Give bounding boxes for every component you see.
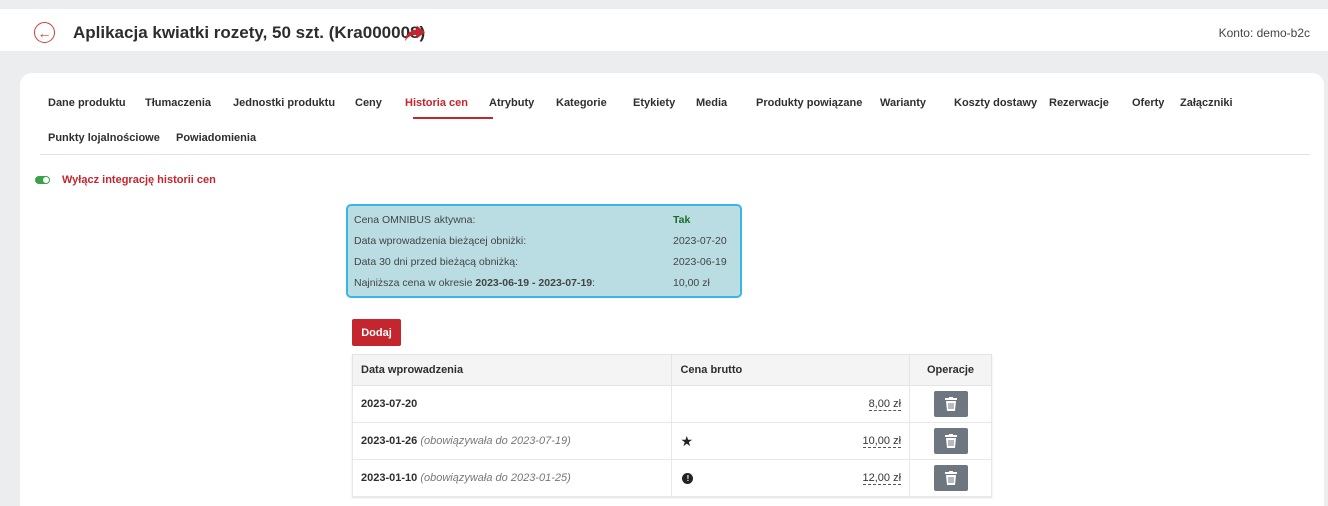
omnibus-row: Cena OMNIBUS aktywna: Tak: [354, 211, 740, 232]
table-row: 2023-07-20 8,00 zł: [351, 385, 992, 423]
tab-tlumaczenia[interactable]: Tłumaczenia: [145, 97, 211, 109]
trash-icon: [944, 397, 957, 411]
price-cell: ! 12,00 zł: [671, 459, 911, 497]
tab-oferty[interactable]: Oferty: [1132, 97, 1164, 109]
row-price[interactable]: 8,00 zł: [868, 398, 902, 411]
omnibus-label: Cena OMNIBUS aktywna:: [354, 214, 476, 226]
table-header-row: Data wprowadzenia Cena brutto Operacje: [351, 354, 992, 386]
operations-cell: [909, 422, 992, 460]
exclamation-icon: !: [682, 473, 694, 484]
omnibus-row: Data 30 dni przed bieżącą obniżką: 2023-…: [354, 253, 740, 274]
tab-bar: Dane produktu Tłumaczenia Jednostki prod…: [40, 91, 1310, 155]
trash-icon: [944, 471, 957, 485]
delete-button[interactable]: [933, 465, 968, 491]
price-history-table: Data wprowadzenia Cena brutto Operacje 2…: [351, 354, 992, 497]
tab-koszty-dostawy[interactable]: Koszty dostawy: [954, 97, 1037, 109]
price-cell: 8,00 zł: [671, 385, 911, 423]
tab-warianty[interactable]: Warianty: [880, 97, 926, 109]
tab-kategorie[interactable]: Kategorie: [556, 97, 607, 109]
tab-zalaczniki[interactable]: Załączniki: [1180, 97, 1233, 109]
row-valid-until: (obowiązywała do 2023-07-19): [420, 435, 571, 447]
omnibus-row: Data wprowadzenia bieżącej obniżki: 2023…: [354, 232, 740, 253]
omnibus-value: 10,00 zł: [673, 277, 710, 289]
tab-media[interactable]: Media: [696, 97, 727, 109]
column-header-price[interactable]: Cena brutto: [671, 354, 911, 386]
price-cell: ★ 10,00 zł: [671, 422, 911, 460]
share-arrow-icon[interactable]: [404, 22, 426, 44]
account-label: Konto: demo-b2c: [1218, 26, 1310, 40]
row-date: 2023-01-26: [361, 435, 418, 447]
active-tab-indicator: [413, 117, 493, 119]
omnibus-label: Najniższa cena w okresie 2023-06-19 - 20…: [354, 277, 595, 289]
omnibus-label: Data wprowadzenia bieżącej obniżki:: [354, 235, 527, 247]
omnibus-period: 2023-06-19 - 2023-07-19: [475, 277, 593, 289]
omnibus-value: Tak: [673, 214, 691, 226]
row-price[interactable]: 12,00 zł: [862, 472, 902, 485]
toggle-switch-icon[interactable]: [35, 176, 50, 184]
column-header-operations: Operacje: [909, 354, 992, 386]
tab-ceny[interactable]: Ceny: [355, 97, 382, 109]
table-row: 2023-01-26 (obowiązywała do 2023-07-19) …: [351, 422, 992, 460]
page-header: ← Aplikacja kwiatki rozety, 50 szt. (Kra…: [0, 9, 1328, 51]
tab-punkty-lojalnosciowe[interactable]: Punkty lojalnościowe: [48, 132, 160, 144]
delete-button[interactable]: [933, 391, 968, 417]
trash-icon: [944, 434, 957, 448]
tab-dane-produktu[interactable]: Dane produktu: [48, 97, 126, 109]
product-card: Dane produktu Tłumaczenia Jednostki prod…: [20, 73, 1324, 506]
row-date: 2023-01-10: [361, 472, 418, 484]
tab-rezerwacje[interactable]: Rezerwacje: [1049, 97, 1109, 109]
tab-atrybuty[interactable]: Atrybuty: [489, 97, 534, 109]
omnibus-label-suffix: :: [592, 277, 596, 289]
date-cell: 2023-01-10 (obowiązywała do 2023-01-25): [351, 459, 673, 497]
omnibus-value: 2023-07-20: [673, 235, 727, 247]
table-row: 2023-01-10 (obowiązywała do 2023-01-25) …: [351, 459, 992, 497]
tab-historia-cen[interactable]: Historia cen: [405, 97, 468, 109]
page-title: Aplikacja kwiatki rozety, 50 szt. (Kra00…: [73, 23, 426, 42]
date-cell: 2023-01-26 (obowiązywała do 2023-07-19): [351, 422, 673, 460]
operations-cell: [909, 385, 992, 423]
omnibus-row: Najniższa cena w okresie 2023-06-19 - 20…: [354, 274, 740, 295]
omnibus-label-prefix: Najniższa cena w okresie: [354, 277, 476, 289]
operations-cell: [909, 459, 992, 497]
column-header-date[interactable]: Data wprowadzenia: [351, 354, 673, 386]
back-arrow-icon[interactable]: ←: [34, 22, 55, 43]
add-button[interactable]: Dodaj: [352, 319, 401, 346]
delete-button[interactable]: [933, 428, 968, 454]
row-price[interactable]: 10,00 zł: [862, 435, 902, 448]
toggle-label: Wyłącz integrację historii cen: [62, 174, 216, 186]
tab-jednostki-produktu[interactable]: Jednostki produktu: [233, 97, 335, 109]
date-cell: 2023-07-20: [351, 385, 673, 423]
row-valid-until: (obowiązywała do 2023-01-25): [420, 472, 571, 484]
omnibus-info-box: Cena OMNIBUS aktywna: Tak Data wprowadze…: [346, 204, 742, 298]
tab-produkty-powiazane[interactable]: Produkty powiązane: [756, 97, 862, 109]
star-icon: ★: [680, 433, 694, 449]
tab-etykiety[interactable]: Etykiety: [633, 97, 675, 109]
price-history-integration-toggle[interactable]: Wyłącz integrację historii cen: [35, 174, 216, 186]
tab-powiadomienia[interactable]: Powiadomienia: [176, 132, 256, 144]
omnibus-label: Data 30 dni przed bieżącą obniżką:: [354, 256, 519, 268]
row-date: 2023-07-20: [361, 398, 418, 410]
omnibus-value: 2023-06-19: [673, 256, 727, 268]
